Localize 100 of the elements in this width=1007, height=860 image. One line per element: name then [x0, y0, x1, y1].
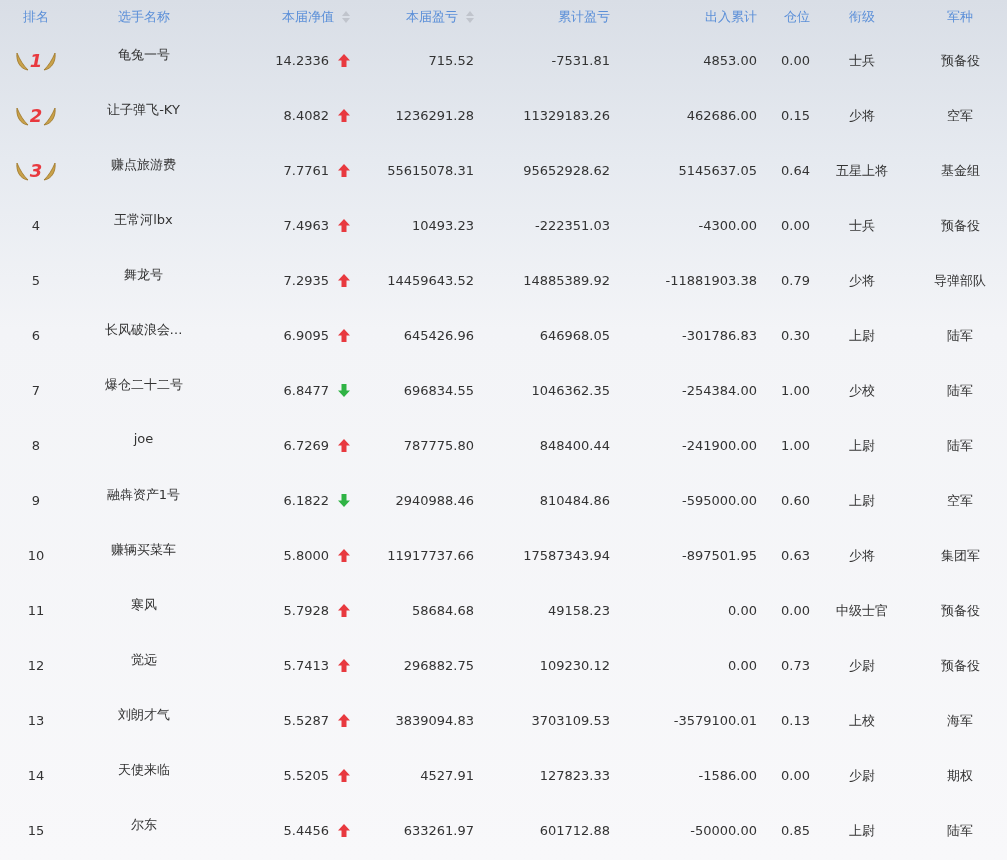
laurel-icon	[14, 160, 29, 181]
position-ratio: 0.79	[781, 273, 810, 288]
military-rank: 少校	[848, 381, 875, 400]
player-name: 爆仓二十二号	[104, 376, 183, 394]
laurel-icon	[43, 50, 58, 71]
net-value: 7.4963	[283, 218, 329, 233]
position-ratio: 1.00	[781, 438, 810, 453]
total-profit: 1046362.35	[531, 383, 610, 398]
service-branch: 空军	[947, 491, 973, 510]
net-inflow: 462686.00	[686, 108, 757, 123]
net-value: 5.8000	[283, 548, 329, 563]
net-value: 5.7413	[283, 658, 329, 673]
rank-number: 8	[31, 438, 41, 453]
period-profit: 715.52	[428, 53, 474, 68]
player-name: joe	[133, 431, 154, 446]
service-branch: 陆军	[947, 821, 973, 840]
column-header: 出入累计	[705, 7, 757, 26]
service-branch: 预备役	[940, 656, 980, 675]
net-inflow: -595000.00	[682, 493, 757, 508]
net-value: 5.4456	[283, 823, 329, 838]
military-rank: 少将	[848, 271, 875, 290]
total-profit: 17587343.94	[523, 548, 610, 563]
laurel-icon	[43, 105, 58, 126]
net-value: 14.2336	[275, 53, 329, 68]
total-profit: 810484.86	[539, 493, 610, 508]
net-value: 6.8477	[283, 383, 329, 398]
service-branch: 预备役	[940, 601, 980, 620]
total-profit: 109230.12	[539, 658, 610, 673]
net-value: 5.5287	[283, 713, 329, 728]
service-branch: 海军	[947, 711, 973, 730]
total-profit: -7531.81	[551, 53, 610, 68]
net-inflow: -4300.00	[698, 218, 757, 233]
player-name: 让子弹飞-KY	[107, 101, 180, 119]
period-profit: 2940988.46	[395, 493, 474, 508]
net-value: 6.9095	[283, 328, 329, 343]
net-value: 8.4082	[283, 108, 329, 123]
military-rank: 上校	[848, 711, 875, 730]
position-ratio: 0.00	[781, 53, 810, 68]
net-inflow: -1586.00	[698, 768, 757, 783]
total-profit: 49158.23	[547, 603, 610, 618]
player-name: 舞龙号	[124, 266, 163, 284]
military-rank: 五星上将	[835, 161, 888, 180]
service-branch: 导弹部队	[934, 271, 986, 290]
position-ratio: 0.63	[781, 548, 810, 563]
rank-number: 13	[27, 713, 45, 728]
service-branch: 空军	[947, 106, 973, 125]
net-value: 5.7928	[283, 603, 329, 618]
position-ratio: 0.00	[781, 768, 810, 783]
player-name: 龟兔一号	[117, 46, 170, 64]
net-inflow: -301786.83	[682, 328, 757, 343]
period-profit: 1236291.28	[395, 108, 474, 123]
rank-number: 11	[27, 603, 45, 618]
service-branch: 期权	[947, 766, 973, 785]
player-name: 王常河lbx	[114, 211, 173, 229]
period-profit: 4527.91	[420, 768, 474, 783]
period-profit: 787775.80	[403, 438, 474, 453]
rank-number: 12	[27, 658, 45, 673]
sort-icon[interactable]	[342, 10, 350, 23]
sort-icon[interactable]	[466, 10, 474, 23]
column-header: 本届净值	[282, 7, 334, 26]
military-rank: 中级士官	[835, 601, 888, 620]
player-name: 刘朗才气	[117, 706, 170, 724]
military-rank: 少将	[848, 546, 875, 565]
net-inflow: -254384.00	[682, 383, 757, 398]
laurel-icon	[43, 160, 58, 181]
military-rank: 士兵	[848, 51, 875, 70]
position-ratio: 0.60	[781, 493, 810, 508]
net-inflow: 0.00	[728, 658, 757, 673]
period-profit: 296882.75	[403, 658, 474, 673]
total-profit: 95652928.62	[523, 163, 610, 178]
military-rank: 上尉	[848, 491, 875, 510]
player-name: 天使来临	[117, 761, 170, 779]
player-name: 赚辆买菜车	[111, 541, 176, 559]
military-rank: 上尉	[848, 821, 875, 840]
position-ratio: 0.13	[781, 713, 810, 728]
column-header: 本届盈亏	[406, 7, 458, 26]
period-profit: 3839094.83	[395, 713, 474, 728]
rank-number: 5	[31, 273, 41, 288]
net-value: 6.1822	[283, 493, 329, 508]
military-rank: 士兵	[848, 216, 875, 235]
period-profit: 11917737.66	[387, 548, 474, 563]
period-profit: 55615078.31	[387, 163, 474, 178]
net-value: 6.7269	[283, 438, 329, 453]
total-profit: 646968.05	[539, 328, 610, 343]
period-profit: 10493.23	[411, 218, 474, 233]
column-header: 军种	[947, 7, 973, 26]
position-ratio: 0.73	[781, 658, 810, 673]
column-header: 选手名称	[117, 7, 170, 26]
total-profit: 848400.44	[539, 438, 610, 453]
position-ratio: 0.85	[781, 823, 810, 838]
column-header: 仓位	[784, 7, 810, 26]
player-name: 尔东	[130, 816, 157, 834]
total-profit: -222351.03	[535, 218, 610, 233]
net-value: 7.7761	[283, 163, 329, 178]
rank-number: 4	[31, 218, 41, 233]
column-header: 累计盈亏	[558, 7, 610, 26]
rank-number: 14	[27, 768, 45, 783]
rank-number: 9	[31, 493, 41, 508]
column-header: 排名	[23, 7, 49, 26]
rank-number: 7	[31, 383, 41, 398]
